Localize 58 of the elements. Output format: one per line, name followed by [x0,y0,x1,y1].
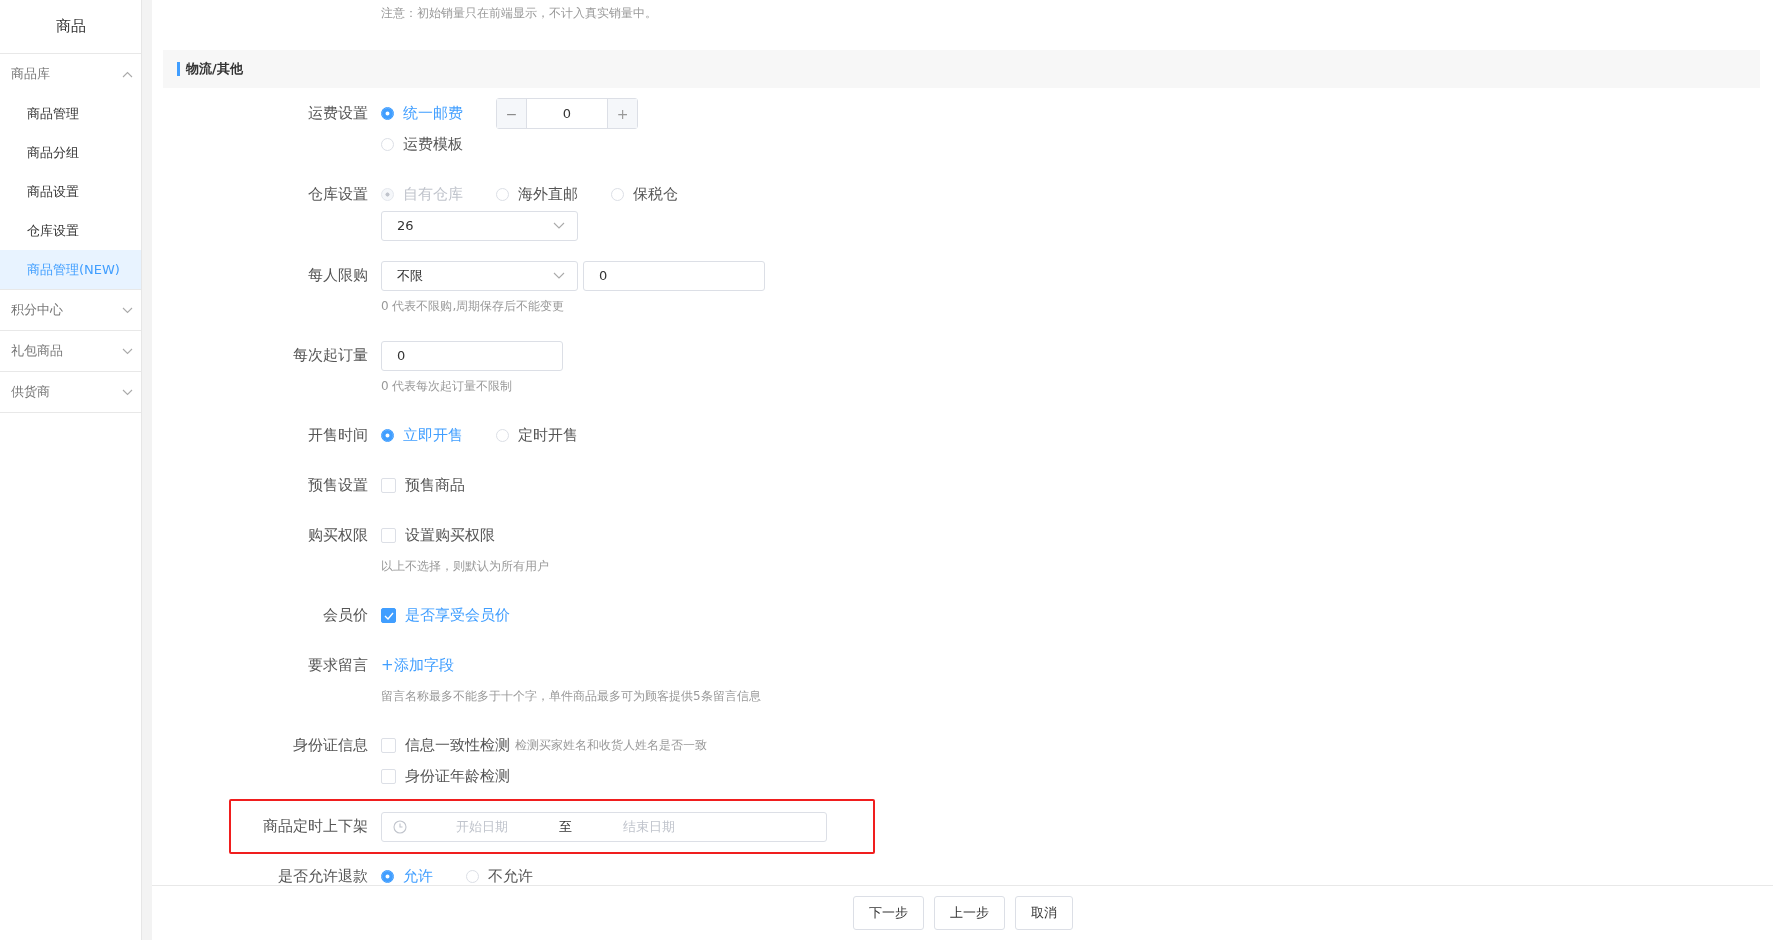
field-label: 身份证信息 [292,735,368,756]
field-label: 仓库设置 [307,184,368,205]
input-field[interactable]: 0 [381,340,563,371]
field-label: 运费设置 [307,103,368,124]
date-range-field[interactable]: 开始日期 至 结束日期 [381,811,827,842]
field-label: 购买权限 [307,525,368,546]
field-label: 每人限购 [307,265,368,286]
accent-bar [177,62,180,76]
checkbox-option[interactable]: 设置购买权限 [381,526,495,545]
hint-text: 0 代表每次起订量不限制 [381,378,514,395]
field-label: 每次起订量 [292,345,368,366]
menu-group[interactable]: 礼包商品 [0,331,141,371]
sidebar-item[interactable]: 商品管理 [0,94,141,133]
footer-button[interactable]: 上一步 [933,896,1005,930]
field-label: 要求留言 [307,655,368,676]
chevron-icon [122,347,133,355]
chevron-icon [122,388,133,396]
field-label: 开售时间 [307,425,368,446]
menu-group[interactable]: 供货商 [0,372,141,412]
hint-text: 0 代表不限购,周期保存后不能变更 [381,298,566,315]
checkbox-option[interactable]: 信息一致性检测 [381,736,510,755]
sidebar-item[interactable]: 商品分组 [0,133,141,172]
checkbox-note: 检测买家姓名和收货人姓名是否一致 [515,737,707,754]
hint-text: 以上不选择，则默认为所有用户 [381,558,549,575]
footer-button[interactable]: 下一步 [852,896,924,930]
chevron-icon [122,70,133,78]
menu-group[interactable]: 商品库 [0,54,141,94]
chevron-icon [122,306,133,314]
field-label: 会员价 [322,605,368,626]
start-date-placeholder: 开始日期 [455,817,509,836]
sidebar-item[interactable]: 仓库设置 [0,211,141,250]
checkbox-option[interactable]: 身份证年龄检测 [381,767,510,786]
end-date-placeholder: 结束日期 [622,817,676,836]
checkbox-option[interactable]: 预售商品 [381,476,465,495]
hint-text: 留言名称最多不能多于十个字，单件商品最多可为顾客提供5条留言信息 [381,688,761,705]
menu-group[interactable]: 积分中心 [0,290,141,330]
radio-option[interactable]: 保税仓 [611,185,678,204]
section-title: 物流/其他 [186,60,243,78]
number-input[interactable]: 0 [527,99,607,128]
note-text: 注意：初始销量只在前端显示，不计入真实销量中。 [380,5,658,22]
chevron-icon [553,272,565,279]
input-field[interactable]: 0 [583,260,765,291]
radio-option[interactable]: 海外直邮 [496,185,578,204]
radio-option[interactable]: 不允许 [466,867,533,885]
select-field[interactable]: 不限 [381,260,578,291]
field-label: 是否允许退款 [277,866,368,885]
select-field[interactable]: 26 [381,210,578,241]
check-icon [383,611,394,620]
sidebar-title: 商品 [0,0,141,54]
sidebar-item[interactable]: 商品设置 [0,172,141,211]
chevron-icon [553,222,565,229]
range-separator: 至 [558,817,573,836]
footer-button[interactable]: 取消 [1014,896,1073,930]
radio-option[interactable]: 定时开售 [496,426,578,445]
radio-option[interactable]: 运费模板 [381,135,463,154]
field-label: 预售设置 [307,475,368,496]
clock-icon [393,819,407,834]
field-label: 商品定时上下架 [262,816,368,837]
